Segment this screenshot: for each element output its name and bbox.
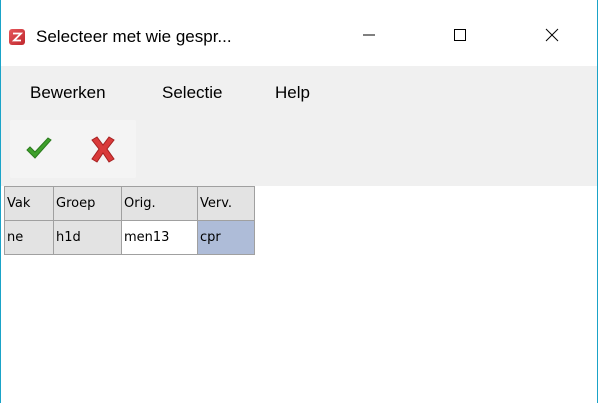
cell-orig[interactable]: men13: [121, 220, 198, 255]
close-button[interactable]: [529, 18, 575, 52]
header-groep[interactable]: Groep: [53, 186, 122, 221]
header-orig[interactable]: Orig.: [121, 186, 198, 221]
ok-button[interactable]: [22, 132, 56, 166]
menu-bewerken[interactable]: Bewerken: [30, 83, 106, 103]
header-vak[interactable]: Vak: [4, 186, 54, 221]
table-row[interactable]: ne h1d men13 cpr: [4, 220, 255, 255]
cancel-button[interactable]: [86, 132, 120, 166]
z-app-icon: [9, 29, 25, 45]
cell-vak[interactable]: ne: [4, 220, 54, 255]
menu-help[interactable]: Help: [275, 83, 310, 103]
menu-selectie[interactable]: Selectie: [162, 83, 222, 103]
maximize-button[interactable]: [437, 18, 483, 52]
dialog-window: Selecteer met wie gespr... Bewerken Sele…: [0, 0, 598, 403]
menu-bar: Bewerken Selectie Help: [1, 66, 597, 120]
maximize-icon: [454, 29, 466, 41]
header-verv[interactable]: Verv.: [197, 186, 255, 221]
cell-groep[interactable]: h1d: [53, 220, 122, 255]
minimize-icon: [363, 34, 375, 36]
close-icon: [545, 28, 559, 42]
toolbar-button-group: [10, 120, 136, 178]
cross-icon: [91, 136, 115, 163]
title-bar[interactable]: Selecteer met wie gespr...: [1, 0, 597, 66]
minimize-button[interactable]: [346, 18, 392, 52]
grid-header-row: Vak Groep Orig. Verv.: [4, 186, 255, 221]
checkmark-icon: [26, 137, 52, 159]
selection-grid: Vak Groep Orig. Verv. ne h1d men13 cpr: [4, 186, 255, 255]
cell-verv[interactable]: cpr: [197, 220, 255, 255]
window-title: Selecteer met wie gespr...: [36, 27, 232, 46]
toolbar: [1, 120, 597, 186]
